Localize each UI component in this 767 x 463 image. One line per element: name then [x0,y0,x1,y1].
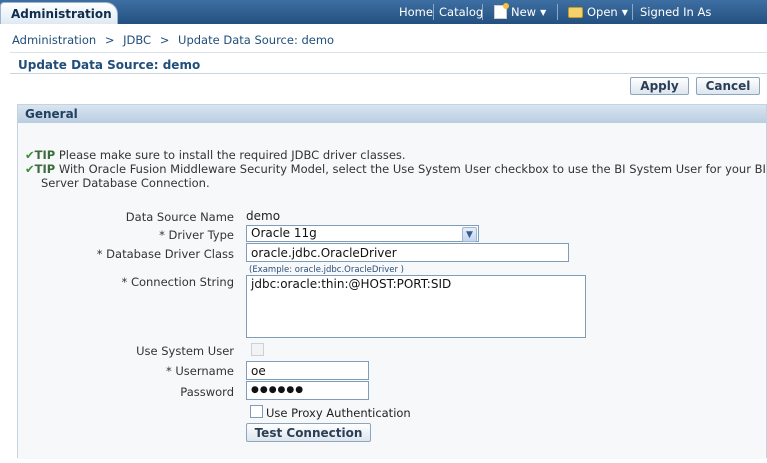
nav-separator [433,4,434,20]
nav-open-label: Open [587,5,618,19]
driver-class-label: * Database Driver Class [96,247,234,261]
proxy-auth-checkbox[interactable] [250,405,263,418]
breadcrumb-separator: > [104,33,115,47]
tip-label: TIP [34,162,56,176]
nav-separator [482,4,483,20]
data-source-name-label: Data Source Name [125,210,234,224]
divider [10,73,767,74]
use-system-user-label: Use System User [136,344,234,358]
top-bar: Administration Home Catalog New ▼ Open ▼… [0,0,767,24]
test-connection-button[interactable]: Test Connection [246,423,371,442]
nav-catalog-label: Catalog [439,5,484,19]
username-input[interactable] [246,361,369,380]
password-label: Password [180,385,234,399]
nav-separator [557,4,558,20]
use-system-user-checkbox[interactable] [251,343,264,356]
nav-open[interactable]: Open ▼ [568,0,628,24]
driver-type-label: * Driver Type [159,228,234,242]
nav-home[interactable]: Home [399,0,433,24]
data-source-name-value: demo [246,209,281,223]
tip-system-user: ✔TIP With Oracle Fusion Middleware Secur… [25,162,766,176]
driver-type-select[interactable]: Oracle 11g ▼ [246,225,479,242]
tip-text: Please make sure to install the required… [58,148,406,162]
section-header: General [18,105,766,123]
chevron-down-icon: ▼ [540,7,547,17]
breadcrumb: Administration > JDBC > Update Data Sour… [12,33,334,47]
chevron-down-icon[interactable]: ▼ [462,227,477,242]
nav-signed-in[interactable]: Signed In As [640,0,711,24]
checkmark-icon: ✔ [25,162,35,176]
page-title: Update Data Source: demo [18,58,201,72]
apply-button[interactable]: Apply [630,77,689,95]
tip-install-driver: ✔TIP Please make sure to install the req… [25,148,406,162]
breadcrumb-separator: > [159,33,170,47]
nav-catalog[interactable]: Catalog [439,0,483,24]
nav-new[interactable]: New ▼ [494,0,546,24]
tip-text: With Oracle Fusion Middleware Security M… [58,162,766,176]
cancel-button[interactable]: Cancel [696,77,760,95]
breadcrumb-item-jdbc[interactable]: JDBC [123,33,151,47]
new-document-icon [494,3,509,19]
breadcrumb-item-administration[interactable]: Administration [12,33,96,47]
divider [10,52,767,53]
driver-class-input[interactable] [246,243,569,262]
folder-icon [568,6,583,18]
driver-type-value: Oracle 11g [251,226,317,240]
nav-home-label: Home [399,5,433,19]
chevron-down-icon: ▼ [621,7,628,17]
connection-string-textarea[interactable]: jdbc:oracle:thin:@HOST:PORT:SID [246,275,586,338]
username-label: * Username [165,364,234,378]
nav-signed-in-label: Signed In As [640,5,712,19]
nav-new-label: New [511,5,537,19]
tip-label: TIP [34,148,56,162]
password-input[interactable]: ●●●●●● [246,381,369,400]
proxy-auth-label: Use Proxy Authentication [266,406,411,420]
breadcrumb-item-current: Update Data Source: demo [178,33,335,47]
tip-system-user-continued: Server Database Connection. [41,176,210,190]
connection-string-label: * Connection String [121,275,234,289]
admin-tab[interactable]: Administration [0,2,118,24]
nav-separator [632,4,633,20]
checkmark-icon: ✔ [25,148,35,162]
driver-class-hint: (Example: oracle.jdbc.OracleDriver ) [249,265,404,275]
